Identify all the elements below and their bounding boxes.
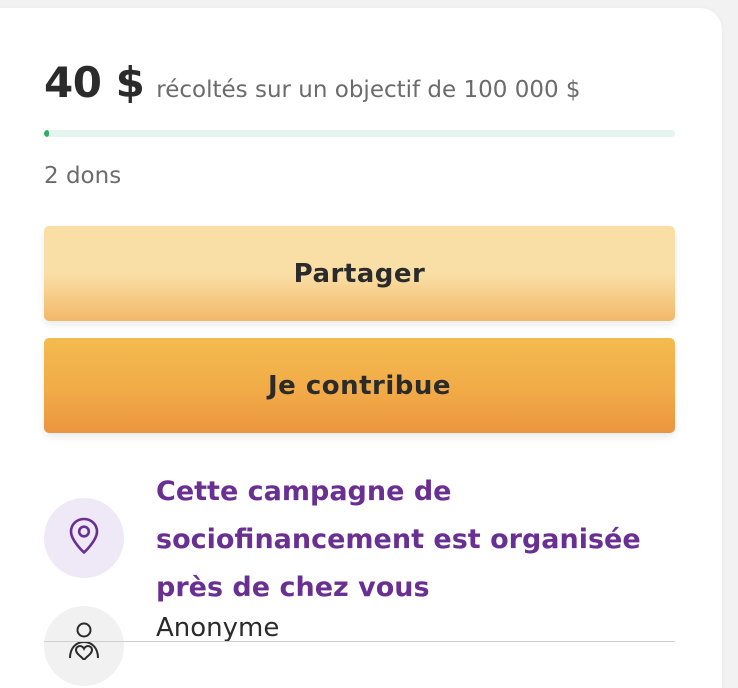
person-heart-icon: [62, 620, 106, 664]
location-notice: Cette campagne de sociofinancement est o…: [156, 476, 641, 603]
donations-count: 2 dons: [44, 163, 122, 189]
location-pin-icon: [68, 517, 100, 559]
contribute-button[interactable]: Je contribue: [44, 338, 675, 433]
organizer-name: Anonyme: [156, 613, 280, 643]
section-divider: [44, 641, 675, 642]
progress-bar-fill: [44, 130, 49, 137]
amount-raised: 40 $: [44, 58, 145, 107]
funding-summary: 40 $ récoltés sur un objectif de 100 000…: [44, 58, 581, 107]
goal-text: récoltés sur un objectif de 100 000 $: [156, 77, 581, 103]
organizer-icon-badge: [44, 606, 124, 686]
location-icon-badge: [44, 498, 124, 578]
share-button[interactable]: Partager: [44, 226, 675, 321]
progress-bar: [44, 130, 675, 137]
